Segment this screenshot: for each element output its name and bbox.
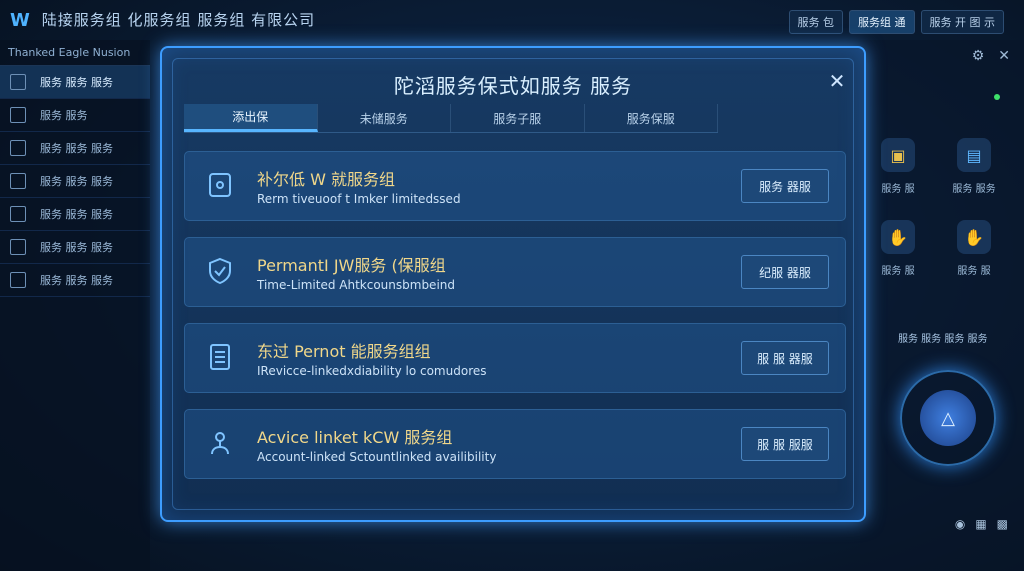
image-icon: ▣ <box>881 138 915 172</box>
card-icon <box>10 206 26 222</box>
card-action-button[interactable]: 服 服 服服 <box>741 427 829 461</box>
gallery-icon[interactable]: ▩ <box>997 517 1008 531</box>
panel-caption: 服务 服务 服务 服务 <box>898 334 988 345</box>
box-icon <box>10 173 26 189</box>
sidebar-item[interactable]: 服务 服务 <box>0 99 150 132</box>
dialog-tabs: 添出保 未储服务 服务子服 服务保服 <box>184 104 718 133</box>
sidebar-item[interactable]: 服务 服务 服务 <box>0 231 150 264</box>
top-tab[interactable]: 服务 包 <box>788 10 843 34</box>
right-panel: ⚙ ✕ ▣ 服务 服 ▤ 服务 服务 ✋ 服务 服 ✋ 服务 服 服务 服务 服务 服务… <box>860 40 1024 571</box>
card-subtitle: IRevicce-linkedxdiability lo comudores <box>257 364 487 378</box>
card-action-button[interactable]: 服 服 器服 <box>741 341 829 375</box>
camera-icon <box>10 140 26 156</box>
app-title: W 陆接服务组 化服务组 服务组 有限公司 <box>10 9 315 32</box>
play-icon <box>10 107 26 123</box>
panel-controls: ⚙ ✕ <box>972 48 1010 64</box>
sidebar-item[interactable]: 服务 服务 服务 <box>0 132 150 165</box>
tab[interactable]: 服务保服 <box>585 104 718 132</box>
top-tabs: 服务 包 服务组 通 服务 开 图 示 <box>788 10 1004 34</box>
service-card: 补尔低 W 就服务组 Rerm tiveuoof t Imker limited… <box>184 151 846 221</box>
record-icon[interactable]: ◉ <box>955 517 965 531</box>
close-panel-icon[interactable]: ✕ <box>998 48 1010 64</box>
document-icon <box>210 344 230 370</box>
top-tab[interactable]: 服务 开 图 示 <box>920 10 1004 34</box>
sidebar: Thanked Eagle Nusion 服务 服务 服务 服务 服务 服务 服… <box>0 40 150 571</box>
top-tab[interactable]: 服务组 通 <box>849 10 915 34</box>
card-subtitle: Time-Limited Ahtkcounsbmbeind <box>257 278 455 292</box>
top-bar: W 陆接服务组 化服务组 服务组 有限公司 服务 包 服务组 通 服务 开 图 … <box>0 0 1024 40</box>
grid-icon <box>10 272 26 288</box>
close-icon[interactable]: ✕ <box>826 70 848 92</box>
image-icon[interactable]: ▦ <box>975 517 986 531</box>
status-indicator <box>994 94 1000 100</box>
card-action-button[interactable]: 纪服 器服 <box>741 255 829 289</box>
sidebar-item[interactable]: 服务 服务 服务 <box>0 264 150 297</box>
sidebar-item[interactable]: 服务 服务 服务 <box>0 198 150 231</box>
home-icon <box>10 74 26 90</box>
card-title: PermantI JW服务 (保服组 <box>257 256 446 275</box>
settings-icon[interactable]: ⚙ <box>972 48 985 64</box>
assistant-ring[interactable]: △ <box>900 370 996 466</box>
service-dialog: 陀滔服务保式如服务 服务 ✕ 添出保 未储服务 服务子服 服务保服 补尔低 W … <box>160 46 866 522</box>
gesture-icon: ✋ <box>957 220 991 254</box>
sidebar-item[interactable]: 服务 服务 服务 <box>0 66 150 99</box>
tab[interactable]: 添出保 <box>184 104 318 132</box>
tile[interactable]: ✋ 服务 服 <box>944 220 1004 277</box>
sidebar-item[interactable]: 服务 服务 服务 <box>0 165 150 198</box>
shield-icon <box>209 257 231 285</box>
panel-bottom-icons: ◉ ▦ ▩ <box>955 517 1008 531</box>
tile[interactable]: ▤ 服务 服务 <box>944 138 1004 195</box>
tab[interactable]: 未储服务 <box>318 104 451 132</box>
service-card: Acvice linket kCW 服务组 Account-linked Sct… <box>184 409 846 479</box>
tab[interactable]: 服务子服 <box>451 104 585 132</box>
card-title: 补尔低 W 就服务组 <box>257 170 395 189</box>
card-title: Acvice linket kCW 服务组 <box>257 428 453 447</box>
app-title-text: 陆接服务组 化服务组 服务组 有限公司 <box>41 11 316 29</box>
card-subtitle: Rerm tiveuoof t Imker limitedssed <box>257 192 461 206</box>
card-title: 东过 Pernot 能服务组组 <box>257 342 431 361</box>
device-icon <box>209 173 231 197</box>
dialog-title: 陀滔服务保式如服务 服务 <box>393 74 633 98</box>
tile[interactable]: ▣ 服务 服 <box>868 138 928 195</box>
hand-icon: ✋ <box>881 220 915 254</box>
tile[interactable]: ✋ 服务 服 <box>868 220 928 277</box>
user-icon <box>211 432 229 455</box>
service-card: PermantI JW服务 (保服组 Time-Limited Ahtkcoun… <box>184 237 846 307</box>
triangle-icon: △ <box>920 390 976 446</box>
card-subtitle: Account-linked Sctountlinked availibilit… <box>257 450 497 464</box>
phone-icon: ▤ <box>957 138 991 172</box>
app-logo-icon: W <box>10 9 31 31</box>
device-icon <box>10 239 26 255</box>
sidebar-header: Thanked Eagle Nusion <box>0 40 150 66</box>
card-action-button[interactable]: 服务 器服 <box>741 169 829 203</box>
service-card: 东过 Pernot 能服务组组 IRevicce-linkedxdiabilit… <box>184 323 846 393</box>
